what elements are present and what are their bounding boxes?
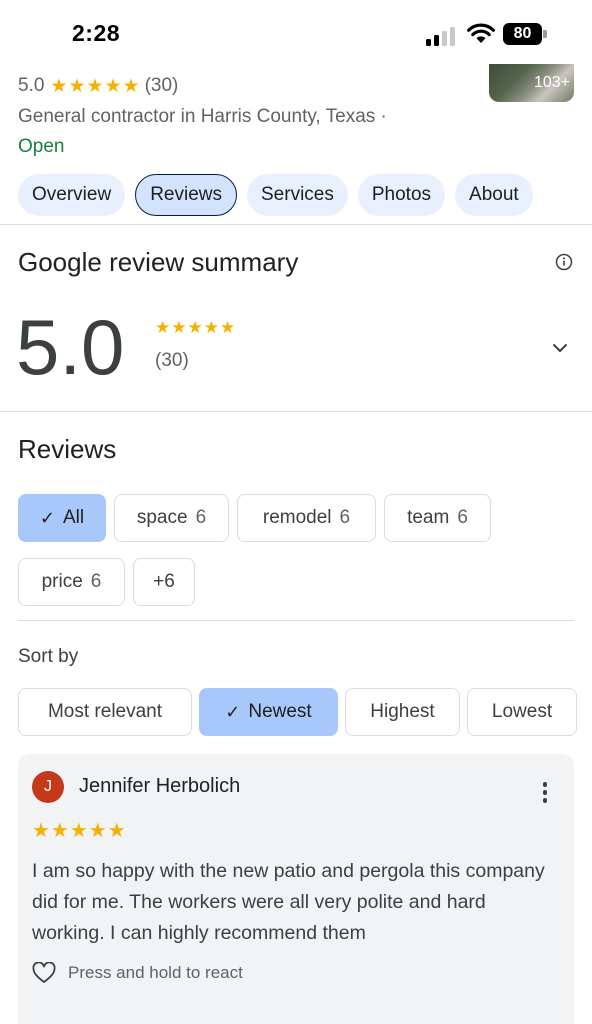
tab-overview[interactable]: Overview	[18, 174, 126, 216]
tab-photos[interactable]: Photos	[357, 174, 446, 216]
chip-label: Highest	[370, 701, 435, 722]
topic-chip-remodel[interactable]: remodel 6	[237, 494, 376, 542]
business-rating-row: 5.0 ★★★★★ (30)	[18, 74, 178, 98]
summary-stars: ★★★★★	[155, 318, 237, 337]
more-options-icon[interactable]	[538, 782, 552, 804]
avatar[interactable]: J	[32, 771, 64, 803]
business-category: General contractor in Harris County, Tex…	[18, 106, 387, 127]
business-review-count: (30)	[144, 75, 179, 96]
topic-chip-more[interactable]: +6	[133, 558, 195, 606]
status-bar: 2:28 80	[0, 0, 592, 64]
chip-label: team	[407, 507, 450, 528]
sort-most-relevant[interactable]: Most relevant	[18, 688, 192, 736]
chip-label: price	[41, 571, 83, 592]
business-rating: 5.0	[18, 75, 45, 96]
chip-label: +6	[153, 571, 175, 592]
summary-count: (30)	[155, 350, 189, 371]
info-icon[interactable]	[555, 253, 573, 271]
chip-count: 6	[195, 507, 207, 528]
review-stars: ★★★★★	[32, 820, 127, 842]
sort-lowest[interactable]: Lowest	[467, 688, 577, 736]
check-icon: ✓	[39, 507, 55, 528]
open-status: Open	[18, 136, 65, 157]
chip-label: Lowest	[491, 701, 553, 722]
chip-label: Newest	[248, 701, 312, 722]
sort-label: Sort by	[18, 646, 79, 667]
reviews-title: Reviews	[18, 434, 117, 464]
sort-highest[interactable]: Highest	[345, 688, 460, 736]
heart-icon	[32, 962, 56, 983]
chip-label: space	[136, 507, 188, 528]
cellular-signal-icon	[426, 26, 456, 46]
divider	[18, 620, 574, 621]
business-stars: ★★★★★	[50, 75, 141, 97]
review-text: I am so happy with the new patio and per…	[32, 860, 545, 944]
chip-label: remodel	[262, 507, 332, 528]
react-label: Press and hold to react	[68, 963, 243, 982]
chip-count: 6	[457, 507, 468, 528]
summary-rating: 5.0	[16, 303, 125, 391]
chip-count: 6	[339, 507, 351, 528]
battery-icon: 80	[503, 23, 547, 45]
photo-thumbnail[interactable]: 103+	[489, 64, 574, 102]
topic-chip-price[interactable]: price 6	[18, 558, 125, 606]
photo-count: 103+	[533, 74, 570, 91]
wifi-icon	[467, 23, 495, 43]
tab-services[interactable]: Services	[247, 174, 348, 216]
chip-label: All	[62, 507, 85, 528]
status-time: 2:28	[72, 20, 121, 46]
divider	[0, 411, 592, 412]
topic-chip-space[interactable]: space 6	[114, 494, 229, 542]
review-card: J Jennifer Herbolich ★★★★★ I am so happy…	[18, 754, 574, 1024]
topic-chip-all[interactable]: ✓ All	[18, 494, 106, 542]
summary-title: Google review summary	[18, 247, 299, 277]
divider	[0, 224, 592, 225]
check-icon: ✓	[225, 701, 241, 722]
sort-newest[interactable]: ✓ Newest	[199, 688, 338, 736]
chip-count: 6	[90, 571, 102, 592]
battery-level: 80	[503, 23, 542, 45]
tab-reviews[interactable]: Reviews	[135, 174, 237, 216]
tab-bar: Overview Reviews Services Photos About	[18, 174, 533, 218]
topic-chip-team[interactable]: team 6	[384, 494, 491, 542]
reviewer-name[interactable]: Jennifer Herbolich	[79, 775, 240, 798]
react-button[interactable]: Press and hold to react	[32, 962, 243, 984]
chevron-down-icon[interactable]	[550, 338, 570, 358]
tab-about[interactable]: About	[455, 174, 533, 216]
chip-label: Most relevant	[47, 701, 163, 722]
